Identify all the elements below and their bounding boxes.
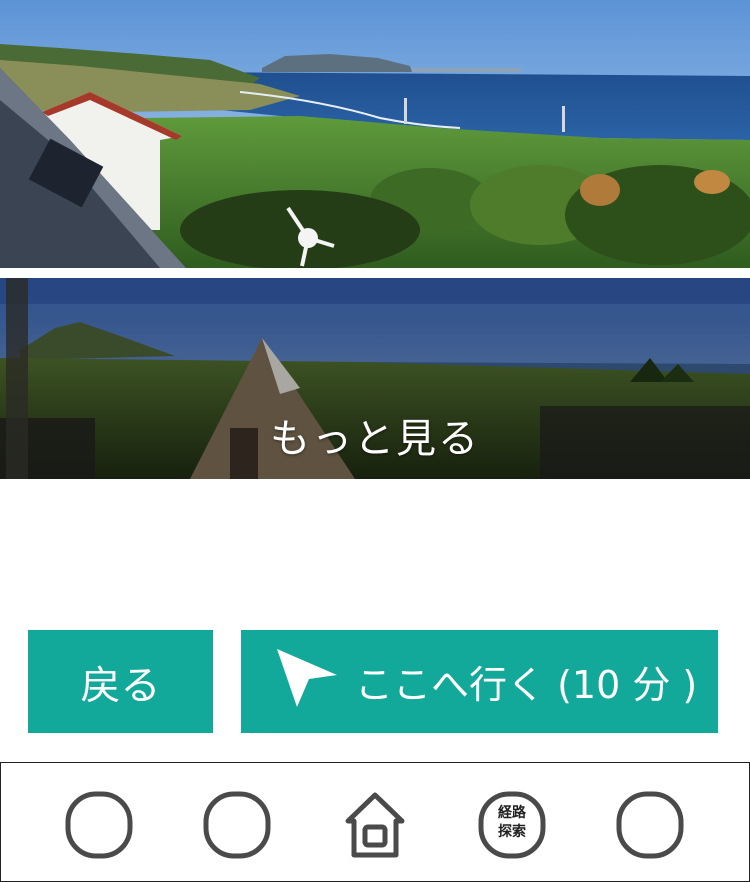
tab-2[interactable] (203, 791, 271, 859)
circle-tab-icon (203, 791, 271, 859)
circle-tab-icon (616, 791, 684, 859)
more-photos-label: もっと見る (270, 416, 480, 462)
spot-detail-screen: もっと見る 戻る ここへ行く (10 分 ) 経路 探索 (0, 0, 750, 882)
bottom-tab-bar: 経路 探索 (0, 762, 750, 882)
tab-route-search[interactable]: 経路 探索 (478, 791, 546, 859)
navigation-arrow-icon (275, 645, 339, 718)
back-button-label: 戻る (80, 662, 161, 709)
tab-home[interactable] (341, 791, 409, 859)
route-search-label: 経路 探索 (498, 805, 526, 840)
tab-1[interactable] (65, 791, 133, 859)
more-photos-tile[interactable]: もっと見る (0, 278, 750, 479)
circle-tab-icon (65, 791, 133, 859)
go-here-label: ここへ行く (10 分 ) (355, 663, 698, 707)
home-icon (341, 791, 409, 859)
back-button[interactable]: 戻る (28, 630, 213, 733)
tab-5[interactable] (616, 791, 684, 859)
go-here-button[interactable]: ここへ行く (10 分 ) (241, 630, 718, 733)
spot-photo-coast[interactable] (0, 0, 750, 268)
